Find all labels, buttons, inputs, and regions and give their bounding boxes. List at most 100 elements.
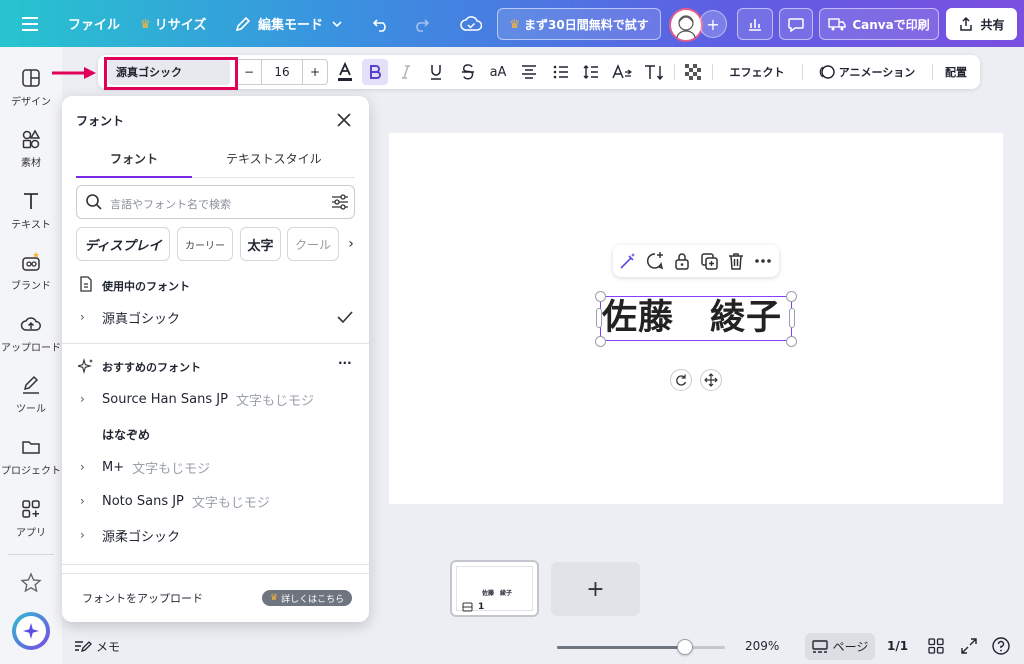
filter-icon[interactable]: [331, 194, 349, 210]
left-rail: デザイン 素材 テキスト ブランド アップロード ツール プロジェクト アプリ: [0, 47, 62, 664]
font-item-hanazome[interactable]: はなぞめ: [76, 420, 355, 448]
font-item-mplus[interactable]: › M+ 文字もじモジ: [76, 453, 355, 481]
undo-icon[interactable]: [372, 0, 390, 47]
rail-item-text[interactable]: テキスト: [0, 190, 62, 231]
rail-item-brand[interactable]: ブランド: [0, 251, 62, 292]
strikethrough-icon[interactable]: [458, 59, 478, 85]
chevron-right-icon: ›: [80, 528, 85, 542]
resize-button[interactable]: ♛ リサイズ: [140, 0, 206, 47]
text-color-icon[interactable]: [334, 59, 356, 85]
rotate-icon[interactable]: [670, 369, 692, 391]
font-item-source-han-sans[interactable]: › Source Han Sans JP 文字もじモジ: [76, 385, 355, 413]
file-menu[interactable]: ファイル: [68, 0, 120, 47]
text-effects-a-icon[interactable]: [610, 59, 634, 85]
comment-icon[interactable]: [779, 8, 813, 40]
sparkle-icon: [78, 358, 93, 374]
line-spacing-icon[interactable]: [580, 59, 602, 85]
free-trial-button[interactable]: ♛ まず30日間無料で試す: [497, 8, 661, 40]
close-icon[interactable]: [334, 110, 354, 130]
font-item-in-use[interactable]: › 源真ゴシック: [76, 303, 355, 331]
rail-item-projects[interactable]: プロジェクト: [0, 436, 62, 477]
grid-view-icon[interactable]: [928, 636, 944, 656]
lock-icon[interactable]: [672, 251, 692, 271]
annotation-arrow-icon: [52, 67, 96, 79]
magic-assistant-button[interactable]: [12, 612, 50, 650]
share-button[interactable]: 共有: [946, 8, 1017, 40]
position-button[interactable]: 配置: [940, 59, 972, 85]
resize-handle[interactable]: [595, 336, 606, 347]
page-thumbnail[interactable]: 佐藤 綾子 1: [450, 560, 539, 617]
invite-add-icon[interactable]: +: [699, 10, 727, 38]
share-icon: [960, 16, 973, 31]
chevron-right-icon[interactable]: ›: [344, 227, 358, 261]
move-icon[interactable]: [700, 369, 722, 391]
effects-button[interactable]: エフェクト: [722, 59, 792, 85]
font-item-genjyuu-gothic[interactable]: › 源柔ゴシック: [76, 521, 355, 549]
page-view-button[interactable]: ページ: [805, 633, 875, 660]
align-center-icon[interactable]: [518, 59, 540, 85]
more-options-icon[interactable]: ···: [338, 356, 352, 370]
pencil-icon: [235, 16, 251, 31]
trash-icon[interactable]: [726, 251, 746, 271]
insights-icon[interactable]: [737, 8, 773, 40]
resize-handle[interactable]: [595, 291, 606, 302]
rail-item-elements[interactable]: 素材: [0, 128, 62, 169]
font-size-increase[interactable]: +: [303, 65, 327, 79]
rail-item-uploads[interactable]: アップロード: [0, 313, 62, 354]
annotation-highlight-box: [104, 57, 238, 90]
animation-button[interactable]: アニメーション: [812, 59, 922, 85]
font-size-decrease[interactable]: −: [237, 65, 261, 79]
zoom-slider-thumb[interactable]: [676, 639, 693, 655]
chevron-right-icon: ›: [80, 494, 85, 508]
bullet-list-icon[interactable]: [550, 59, 572, 85]
redo-icon[interactable]: [412, 0, 430, 47]
check-icon: [337, 311, 353, 324]
side-handle[interactable]: [596, 308, 602, 328]
menu-icon[interactable]: [22, 0, 38, 47]
learn-more-badge[interactable]: ♛ 詳しくはこちら: [262, 590, 353, 606]
transparency-icon[interactable]: [682, 59, 704, 85]
side-handle[interactable]: [789, 308, 795, 328]
crown-icon: ♛: [270, 593, 279, 603]
star-icon[interactable]: [20, 572, 42, 598]
recommended-heading: おすすめのフォント: [102, 361, 201, 374]
add-page-button[interactable]: +: [551, 562, 640, 616]
font-search-input[interactable]: 言語やフォント名で検索: [76, 185, 355, 219]
pages-icon: [811, 639, 828, 653]
chevron-down-icon: [332, 20, 342, 27]
letter-case-button[interactable]: aA: [486, 59, 510, 85]
add-comment-icon[interactable]: [645, 251, 665, 271]
help-icon[interactable]: [992, 636, 1010, 656]
resize-handle[interactable]: [786, 336, 797, 347]
avatar[interactable]: [669, 8, 703, 42]
font-size-input[interactable]: 16: [261, 60, 303, 84]
tab-text-style[interactable]: テキストスタイル: [226, 150, 322, 167]
chip-bold[interactable]: 太字: [240, 227, 281, 261]
panel-title: フォント: [76, 114, 125, 128]
chip-display[interactable]: ディスプレイ: [76, 227, 170, 261]
chip-cool[interactable]: クール: [287, 227, 339, 261]
magic-edit-icon[interactable]: [618, 251, 638, 271]
more-icon[interactable]: [753, 251, 773, 271]
font-panel: フォント フォント テキストスタイル 言語やフォント名で検索 ディスプレイ カー…: [62, 96, 369, 622]
tab-font[interactable]: フォント: [110, 150, 158, 167]
font-item-noto-sans-jp[interactable]: › Noto Sans JP 文字もじモジ: [76, 487, 355, 515]
chip-curly[interactable]: カーリー: [177, 227, 233, 261]
zoom-level[interactable]: 209%: [745, 636, 779, 656]
fullscreen-icon[interactable]: [961, 636, 977, 656]
zoom-slider-track[interactable]: [557, 646, 725, 649]
duplicate-icon[interactable]: [699, 251, 719, 271]
bold-button[interactable]: [362, 59, 388, 85]
rail-item-apps[interactable]: アプリ: [0, 498, 62, 539]
resize-handle[interactable]: [786, 291, 797, 302]
print-button[interactable]: Canvaで印刷: [819, 8, 939, 40]
vertical-text-icon[interactable]: [642, 59, 666, 85]
notes-button[interactable]: メモ: [74, 636, 120, 656]
cloud-saved-icon[interactable]: [460, 0, 482, 47]
underline-icon[interactable]: [426, 59, 446, 85]
rail-item-tools[interactable]: ツール: [0, 374, 62, 415]
italic-icon[interactable]: [396, 59, 416, 85]
upload-font-link[interactable]: フォントをアップロード: [82, 590, 203, 606]
thumbnail-text: 佐藤 綾子: [482, 590, 513, 597]
edit-mode-button[interactable]: 編集モード: [234, 0, 343, 47]
